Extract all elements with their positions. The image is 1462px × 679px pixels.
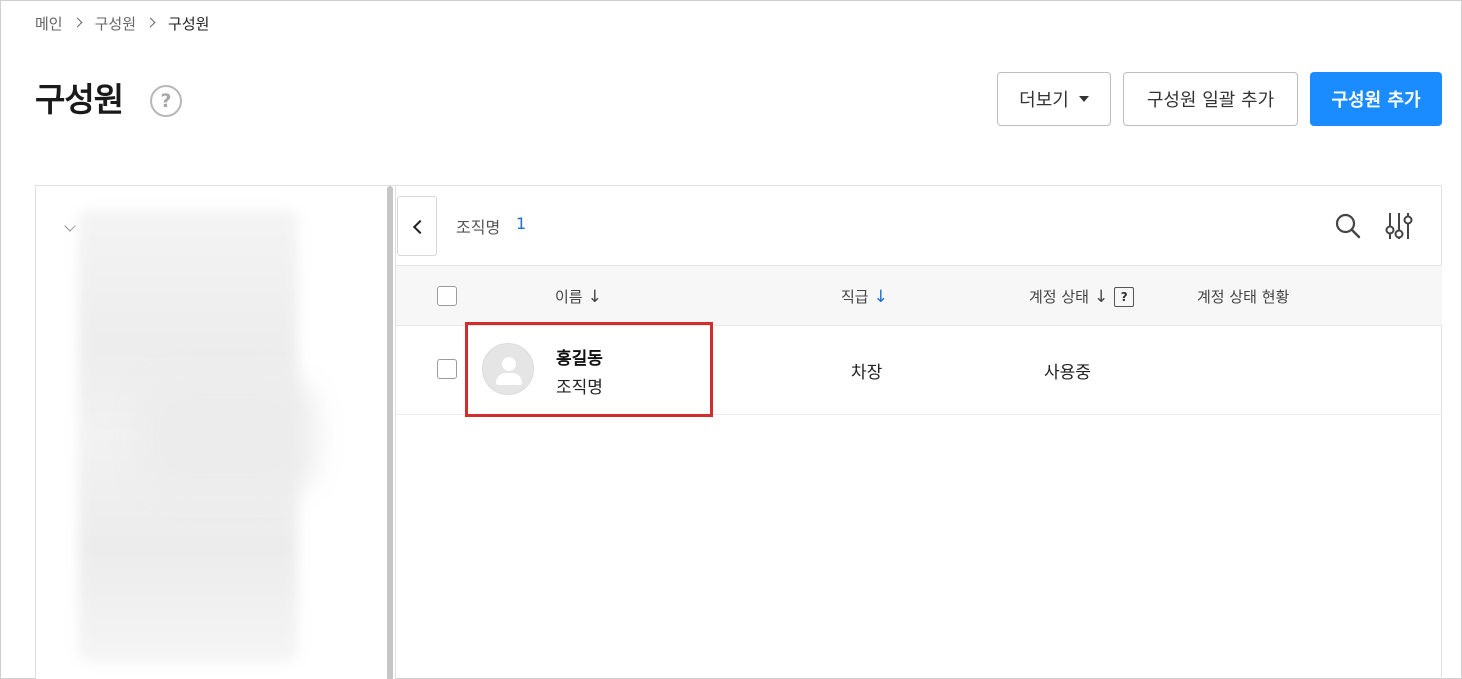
search-icon[interactable] <box>1334 212 1362 240</box>
sort-arrow-icon: ↓ <box>873 286 888 307</box>
breadcrumb: 메인 구성원 구성원 <box>35 12 209 34</box>
more-button[interactable]: 더보기 <box>997 72 1111 126</box>
column-status-detail: 계정 상태 현황 <box>1197 288 1290 306</box>
collapse-tree-button[interactable] <box>397 196 437 256</box>
caret-down-icon <box>1078 96 1089 102</box>
add-member-button[interactable]: 구성원 추가 <box>1310 72 1442 126</box>
chevron-down-icon[interactable] <box>64 220 76 232</box>
highlight-box <box>465 322 713 417</box>
panel-divider <box>395 186 396 679</box>
org-name-label: 조직명 <box>456 218 501 237</box>
chevron-right-icon <box>69 12 89 34</box>
member-count: 1 <box>516 214 527 233</box>
table-header: 이름 ↓ 직급 ↓ 계정 상태 ↓ ? 계정 상태 현황 <box>396 265 1442 326</box>
tree-scrollbar[interactable] <box>387 186 393 679</box>
app-frame: 메인 구성원 구성원 구성원 ? 더보기 구성원 일괄 추가 구성원 추가 조직… <box>0 0 1462 679</box>
members-panel: 조직명 1 이름 ↓ 직급 ↓ 계정 상태 ↓ ? 계정 상태 현황 홍길동 조… <box>35 185 1442 679</box>
column-status-label: 계정 상태 <box>1029 288 1089 306</box>
breadcrumb-members[interactable]: 구성원 <box>95 13 136 34</box>
bulk-add-members-button[interactable]: 구성원 일괄 추가 <box>1123 72 1298 126</box>
column-name[interactable]: 이름 ↓ <box>555 286 602 307</box>
breadcrumb-current: 구성원 <box>168 14 210 33</box>
member-status: 사용중 <box>1044 363 1091 383</box>
column-rank-label: 직급 <box>841 288 869 306</box>
help-icon[interactable]: ? <box>1114 286 1135 307</box>
help-icon[interactable]: ? <box>150 85 182 117</box>
breadcrumb-main[interactable]: 메인 <box>35 13 63 34</box>
row-checkbox[interactable] <box>437 359 457 379</box>
page-title: 구성원 <box>35 80 124 119</box>
select-all-checkbox[interactable] <box>437 286 457 306</box>
more-button-label: 더보기 <box>1019 90 1069 111</box>
member-rank: 차장 <box>851 363 883 383</box>
sort-arrow-icon: ↓ <box>1093 286 1109 307</box>
filter-sliders-icon[interactable] <box>1384 210 1414 242</box>
org-tree <box>36 186 396 679</box>
blurred-org-tree-content <box>136 376 316 496</box>
column-status[interactable]: 계정 상태 ↓ ? <box>1029 286 1135 307</box>
sort-arrow-icon: ↓ <box>587 286 602 307</box>
chevron-right-icon <box>142 12 162 34</box>
column-rank[interactable]: 직급 ↓ <box>841 286 888 307</box>
column-name-label: 이름 <box>555 288 583 306</box>
